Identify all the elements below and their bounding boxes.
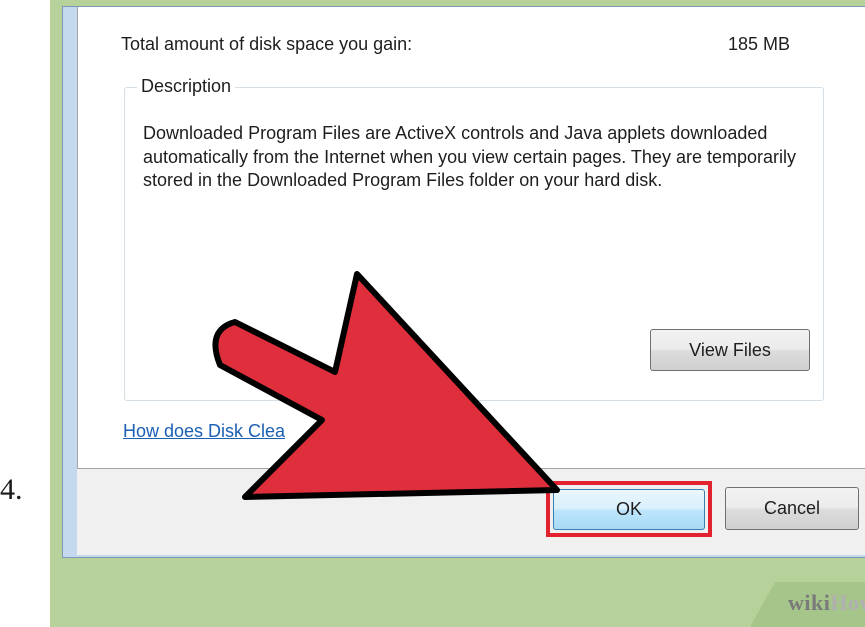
disk-space-gain-label: Total amount of disk space you gain:	[121, 34, 413, 54]
cancel-button[interactable]: Cancel	[725, 487, 859, 530]
view-files-button[interactable]: View Files	[650, 329, 810, 371]
disk-space-gain-value: 185 MB	[728, 34, 791, 54]
help-link[interactable]: How does Disk Clea	[123, 421, 285, 442]
description-legend: Description	[137, 76, 236, 97]
ok-button[interactable]: OK	[553, 489, 705, 530]
wikihow-watermark: wikiHow	[788, 590, 865, 615]
description-text: Downloaded Program Files are ActiveX con…	[143, 123, 796, 190]
dialog-content-area: Total amount of disk space you gain: 185…	[77, 7, 865, 469]
step-number: 4.	[0, 473, 23, 506]
illustration-panel: Total amount of disk space you gain: 185…	[50, 0, 865, 627]
disk-cleanup-dialog: Total amount of disk space you gain: 185…	[77, 7, 865, 555]
